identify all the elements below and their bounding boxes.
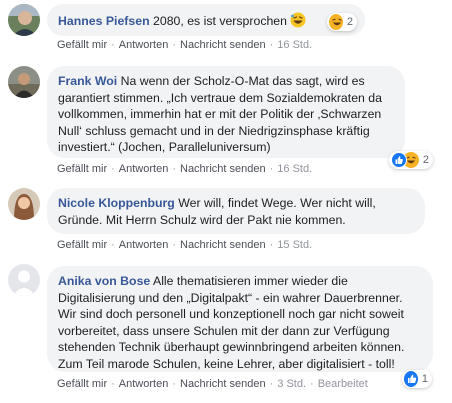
reaction-summary[interactable]: 1 xyxy=(402,370,432,388)
reply-link[interactable]: Antworten xyxy=(119,239,169,251)
comment-actions: Gefällt mir · Antworten · Nachricht senden · 3… xyxy=(57,378,368,390)
reaction-count: 1 xyxy=(421,373,428,385)
reaction-summary[interactable]: 2 xyxy=(327,13,357,31)
comment-author[interactable]: Nicole Kloppenburg xyxy=(58,196,175,210)
reaction-count: 2 xyxy=(346,16,353,28)
send-message-link[interactable]: Nachricht senden xyxy=(180,163,266,175)
comment-bubble: Frank Woi Na wenn der Scholz-O-Mat das s… xyxy=(47,66,405,158)
comment-4: Anika von Bose Alle thematisieren immer … xyxy=(0,258,452,403)
timestamp[interactable]: 16 Std. xyxy=(277,163,312,175)
reply-link[interactable]: Antworten xyxy=(119,378,169,390)
timestamp[interactable]: 15 Std. xyxy=(277,239,312,251)
comment-3: Nicole Kloppenburg Wer will, findet Wege… xyxy=(0,182,452,258)
edited-label[interactable]: Bearbeitet xyxy=(318,378,368,390)
comment-author[interactable]: Hannes Piefsen xyxy=(58,14,150,28)
like-link[interactable]: Gefällt mir xyxy=(57,239,107,251)
avatar[interactable] xyxy=(8,4,40,36)
send-message-link[interactable]: Nachricht senden xyxy=(180,239,266,251)
comment-1: Hannes Piefsen 2080, es ist versprochen … xyxy=(0,0,452,58)
like-link[interactable]: Gefällt mir xyxy=(57,39,107,51)
comment-2: Frank Woi Na wenn der Scholz-O-Mat das s… xyxy=(0,58,452,182)
laughing-emoji-icon xyxy=(290,12,306,33)
avatar[interactable] xyxy=(8,188,40,220)
like-reaction-icon xyxy=(391,152,407,168)
send-message-link[interactable]: Nachricht senden xyxy=(180,378,266,390)
comment-text: 2080, es ist versprochen xyxy=(149,14,287,28)
comment-actions: Gefällt mir · Antworten · Nachricht senden · 1… xyxy=(57,239,313,251)
comment-actions: Gefällt mir · Antworten · Nachricht senden · 1… xyxy=(57,163,313,175)
timestamp[interactable]: 16 Std. xyxy=(277,39,312,51)
comment-bubble: Hannes Piefsen 2080, es ist versprochen xyxy=(47,4,365,36)
timestamp[interactable]: 3 Std. xyxy=(277,378,306,390)
reply-link[interactable]: Antworten xyxy=(119,163,169,175)
comment-author[interactable]: Anika von Bose xyxy=(58,274,150,288)
comment-bubble: Nicole Kloppenburg Wer will, findet Wege… xyxy=(47,188,425,234)
reply-link[interactable]: Antworten xyxy=(119,39,169,51)
reaction-summary[interactable]: 2 xyxy=(389,151,433,169)
like-link[interactable]: Gefällt mir xyxy=(57,163,107,175)
avatar[interactable] xyxy=(8,264,40,296)
comment-text: Alle thematisieren immer wieder die Digi… xyxy=(58,274,405,371)
send-message-link[interactable]: Nachricht senden xyxy=(180,39,266,51)
comment-bubble: Anika von Bose Alle thematisieren immer … xyxy=(47,266,433,372)
comment-author[interactable]: Frank Woi xyxy=(58,74,117,88)
haha-reaction-icon xyxy=(329,14,343,30)
like-reaction-icon xyxy=(404,371,418,387)
comment-actions: Gefällt mir · Antworten · Nachricht senden · 1… xyxy=(57,39,313,51)
avatar[interactable] xyxy=(8,66,40,98)
like-link[interactable]: Gefällt mir xyxy=(57,378,107,390)
reaction-count: 2 xyxy=(422,154,429,166)
